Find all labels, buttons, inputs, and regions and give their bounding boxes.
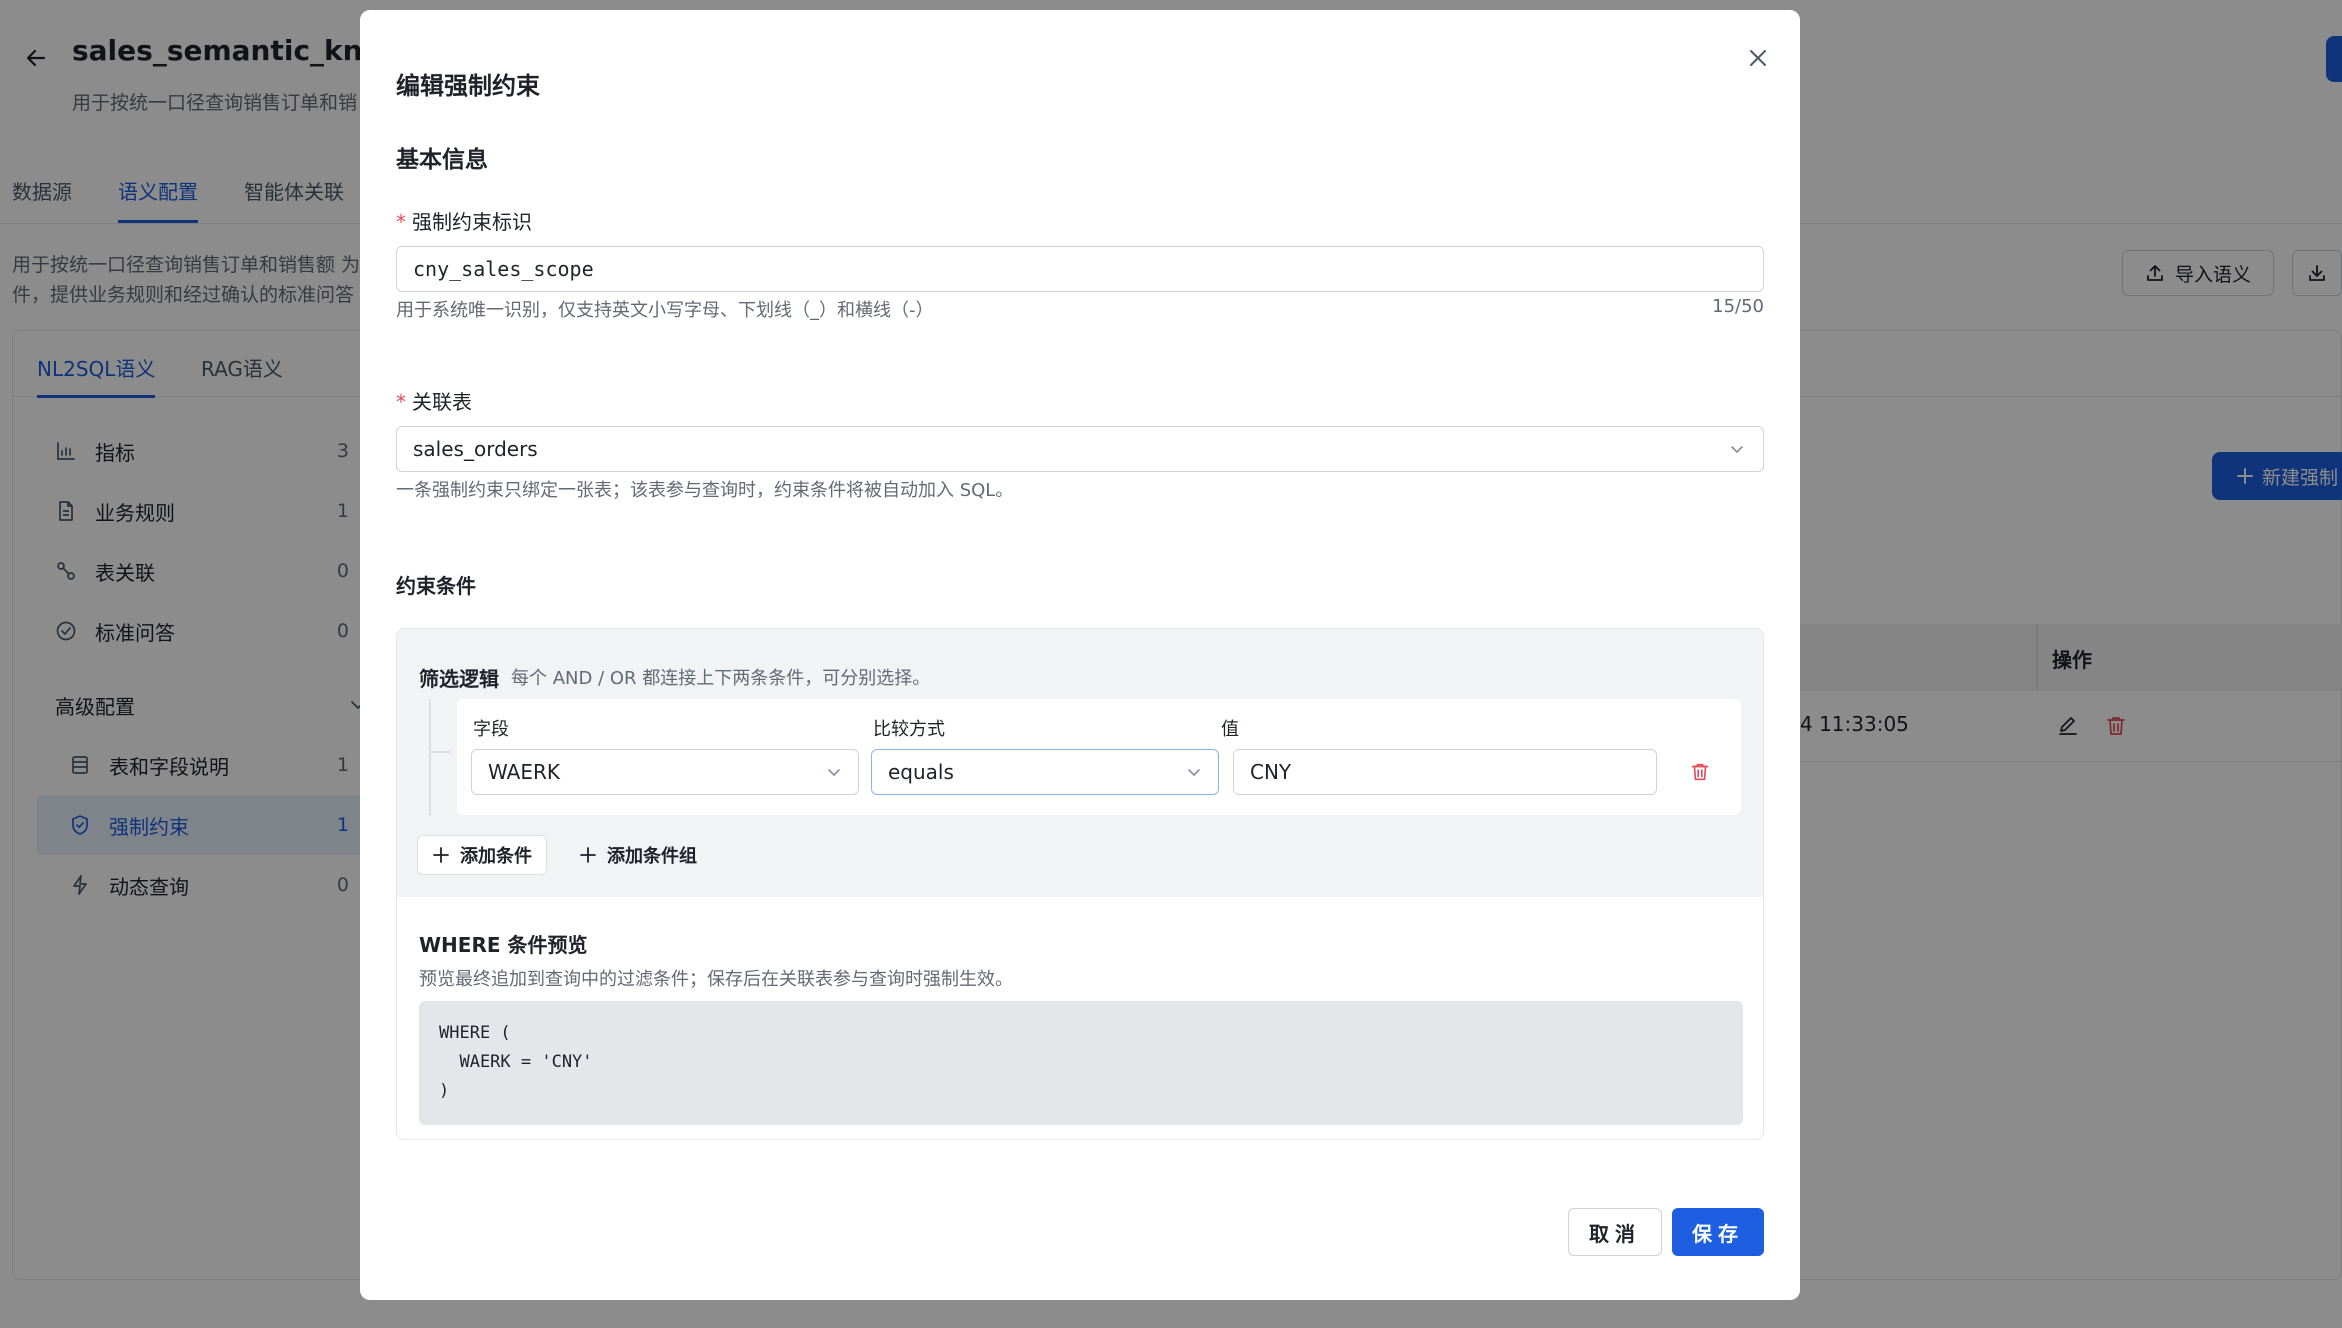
plus-icon <box>433 847 449 863</box>
table-select[interactable]: sales_orders <box>396 426 1764 472</box>
plus-icon <box>580 847 596 863</box>
value-label: 值 <box>1221 719 1239 740</box>
tree-connector-branch <box>429 751 451 753</box>
required-mark: * <box>396 390 406 414</box>
table-label-text: 关联表 <box>412 390 472 414</box>
identifier-hint: 用于系统唯一识别，仅支持英文小写字母、下划线（_）和横线（-） <box>396 300 934 321</box>
field-select-value: WAERK <box>488 760 561 784</box>
tree-connector <box>429 699 431 815</box>
conditions-box: 筛选逻辑 每个 AND / OR 都连接上下两条条件，可分别选择。 字段 比较方… <box>396 628 1764 1140</box>
table-label: * 关联表 <box>396 386 472 415</box>
identifier-char-count: 15/50 <box>1712 296 1764 317</box>
field-label: 字段 <box>473 719 509 740</box>
chevron-down-icon <box>1188 769 1200 776</box>
required-mark: * <box>396 210 406 234</box>
where-preview-hint: 预览最终追加到查询中的过滤条件；保存后在关联表参与查询时强制生效。 <box>419 969 1013 990</box>
table-select-value: sales_orders <box>413 437 538 461</box>
chevron-down-icon <box>1731 446 1743 453</box>
value-input[interactable]: CNY <box>1233 749 1657 795</box>
add-condition-group-button[interactable]: 添加条件组 <box>565 835 711 875</box>
chevron-down-icon <box>828 769 840 776</box>
save-button[interactable]: 保存 <box>1672 1208 1764 1256</box>
delete-condition-icon[interactable] <box>1689 761 1711 783</box>
where-preview-title: WHERE 条件预览 <box>419 933 588 957</box>
table-hint: 一条强制约束只绑定一张表；该表参与查询时，约束条件将被自动加入 SQL。 <box>396 480 1014 501</box>
field-select[interactable]: WAERK <box>471 749 859 795</box>
filter-logic-title: 筛选逻辑 <box>419 667 499 691</box>
dialog-title: 编辑强制约束 <box>396 72 540 100</box>
operator-select[interactable]: equals <box>871 749 1219 795</box>
identifier-input[interactable]: cny_sales_scope <box>396 246 1764 292</box>
identifier-label: * 强制约束标识 <box>396 206 532 235</box>
filter-logic-hint: 每个 AND / OR 都连接上下两条条件，可分别选择。 <box>511 668 931 689</box>
add-condition-group-label: 添加条件组 <box>607 846 697 867</box>
close-icon[interactable] <box>1740 40 1776 76</box>
section-basic-info: 基本信息 <box>396 147 488 173</box>
identifier-label-text: 强制约束标识 <box>412 210 532 234</box>
condition-row: 字段 比较方式 值 WAERK equals CNY <box>457 699 1741 815</box>
add-condition-button[interactable]: 添加条件 <box>417 835 547 875</box>
operator-label: 比较方式 <box>873 719 945 740</box>
add-condition-label: 添加条件 <box>460 846 532 867</box>
filter-logic-area: 筛选逻辑 每个 AND / OR 都连接上下两条条件，可分别选择。 字段 比较方… <box>397 629 1763 897</box>
cancel-button[interactable]: 取消 <box>1568 1208 1662 1256</box>
operator-select-value: equals <box>888 760 954 784</box>
edit-constraint-dialog: 编辑强制约束 基本信息 * 强制约束标识 cny_sales_scope 用于系统… <box>360 10 1800 1300</box>
section-conditions: 约束条件 <box>396 574 476 598</box>
where-preview-code: WHERE ( WAERK = 'CNY' ) <box>419 1001 1743 1125</box>
